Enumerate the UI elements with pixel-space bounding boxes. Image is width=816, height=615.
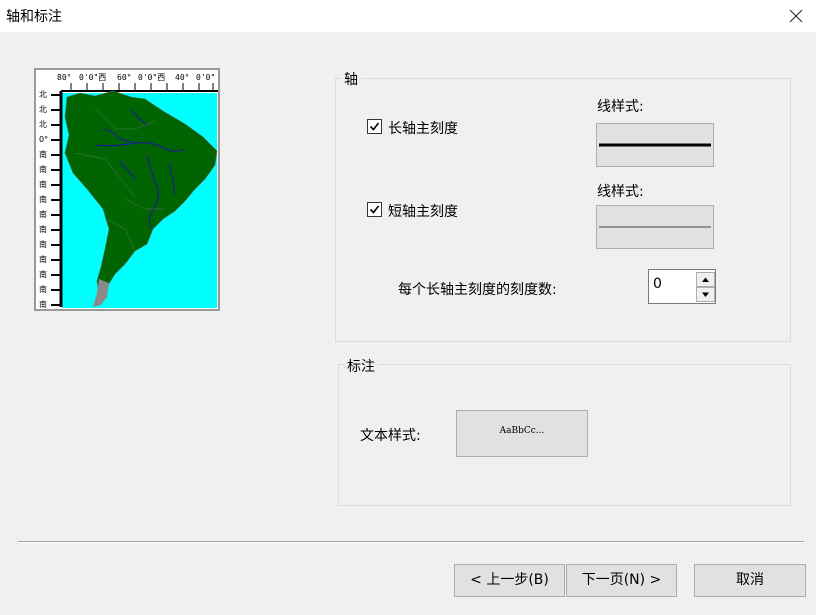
major-line-style-button[interactable] <box>596 123 714 167</box>
arrow-up-icon <box>702 277 709 282</box>
left-tick-label: 南 <box>39 209 47 219</box>
left-tick-label: 南 <box>39 179 47 189</box>
major-tick-label: 长轴主刻度 <box>388 121 458 137</box>
text-style-button[interactable]: AaBbCc... <box>456 410 588 457</box>
left-tick-label: 南 <box>39 149 47 159</box>
close-button[interactable] <box>784 4 808 28</box>
axis-group-label: 轴 <box>341 69 361 89</box>
left-tick-label: 南 <box>39 269 47 279</box>
checkmark-icon <box>369 122 380 131</box>
thin-line-preview <box>599 226 711 228</box>
top-tick-label: 80° <box>57 73 71 82</box>
footer-separator <box>18 541 804 543</box>
left-tick-label: 南 <box>39 284 47 294</box>
text-style-sample: AaBbCc... <box>499 426 545 436</box>
close-icon <box>789 9 803 23</box>
ticks-per-major-label: 每个长轴主刻度的刻度数: <box>398 282 557 298</box>
window-title: 轴和标注 <box>6 9 62 25</box>
major-line-style-label: 线样式: <box>597 99 644 115</box>
arrow-down-icon <box>702 292 709 297</box>
left-tick-label: 南 <box>39 194 47 204</box>
ticks-per-major-value: 0 <box>653 276 662 292</box>
spin-up-button[interactable] <box>696 272 715 287</box>
left-tick-label: 南 <box>39 164 47 174</box>
left-tick-label: 南 <box>39 224 47 234</box>
top-tick-label: 0'0"西 <box>79 73 106 82</box>
title-bar: 轴和标注 <box>0 0 816 32</box>
axis-preview: 80° 0'0"西 60° 0'0"西 40° 0'0" 北 北 北 0° 南 … <box>34 68 220 311</box>
top-tick-label: 60° <box>117 73 131 82</box>
minor-line-style-label: 线样式: <box>597 184 644 200</box>
left-tick-label: 北 <box>39 90 47 99</box>
minor-tick-label: 短轴主刻度 <box>388 204 458 220</box>
next-button[interactable]: 下一页(N) > <box>566 564 677 597</box>
left-tick-label: 南 <box>39 299 47 309</box>
minor-tick-checkbox[interactable] <box>367 202 382 217</box>
back-button[interactable]: < 上一步(B) <box>454 564 565 597</box>
left-tick-label: 南 <box>39 239 47 249</box>
spin-down-button[interactable] <box>696 287 715 302</box>
annotation-group-label: 标注 <box>344 356 378 376</box>
left-tick-label: 0° <box>39 135 48 144</box>
top-tick-label: 40° <box>175 73 189 82</box>
major-tick-checkbox[interactable] <box>367 119 382 134</box>
left-tick-label: 北 <box>39 120 47 129</box>
left-tick-label: 南 <box>39 254 47 264</box>
left-tick-label: 北 <box>39 105 47 114</box>
top-tick-label: 0'0"西 <box>138 73 165 82</box>
text-style-label: 文本样式: <box>360 428 421 444</box>
map-preview-image: 80° 0'0"西 60° 0'0"西 40° 0'0" 北 北 北 0° 南 … <box>35 69 219 310</box>
minor-line-style-button[interactable] <box>596 205 714 249</box>
checkmark-icon <box>369 205 380 214</box>
cancel-button[interactable]: 取消 <box>694 564 806 597</box>
top-tick-label: 0'0" <box>196 73 215 82</box>
thick-line-preview <box>599 143 711 147</box>
